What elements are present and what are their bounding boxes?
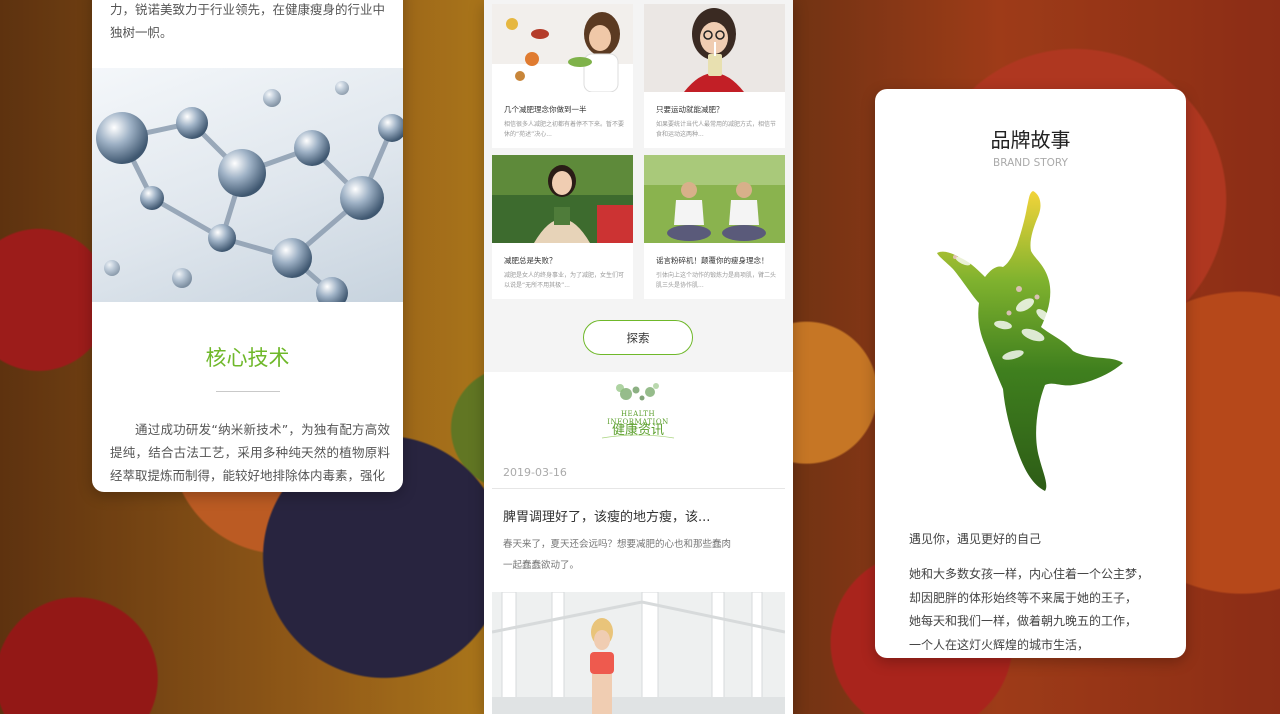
section-title: 核心技术 bbox=[205, 346, 290, 370]
news-image bbox=[492, 592, 785, 714]
molecule-image bbox=[92, 68, 403, 309]
article-image bbox=[644, 155, 785, 243]
section-body: 通过成功研发“纳米新技术”，为独有配方高效提纯，结合古法工艺，采用多种纯天然的植… bbox=[110, 422, 390, 483]
article-desc: 相信很多人减肥之初都有着停不下来。暂不要休的“苑述”决心... bbox=[504, 121, 625, 138]
news-desc-line: 一起蠢蠢欲动了。 bbox=[503, 560, 580, 571]
brand-story-line: 却因肥胖的体形始终等不来属于她的王子， bbox=[909, 590, 1138, 605]
news-desc: 春天来了，夏天还会远吗？想要减肥的心也和那些蠢肉 一起蠢蠢欲动了。 bbox=[503, 534, 753, 576]
brand-story-line: 她每天和我们一样，做着朝九晚五的工作， bbox=[909, 614, 1138, 628]
health-news-card: 几个减肥理念你做到一半 相信很多人减肥之初都有着停不下来。暂不要休的“苑述”决心… bbox=[484, 0, 793, 714]
brand-story-line: 一个人在这灯火辉煌的城市生活， bbox=[909, 637, 1090, 652]
fruit-background: 力，锐诺美致力于行业领先，在健康瘦身的行业中独树一帜。 核心技术 通过成功研发“… bbox=[0, 0, 1280, 714]
intro-text: 力，锐诺美致力于行业领先，在健康瘦身的行业中独树一帜。 bbox=[110, 2, 386, 40]
article-title: 谣言粉碎机！颠覆你的瘦身理念！ bbox=[656, 256, 769, 265]
article-desc: 引体向上这个动作的锻炼力是肩项肌，臂二头肌三头是协作肌... bbox=[656, 272, 777, 289]
article-image bbox=[492, 4, 633, 92]
dancer-silhouette-image bbox=[933, 185, 1129, 495]
article-desc: 如果要统计当代人最常用的减肥方式，相信节食和运动这两种... bbox=[656, 121, 777, 138]
article-image bbox=[492, 155, 633, 243]
article-title: 几个减肥理念你做到一半 bbox=[504, 105, 587, 114]
article-card[interactable]: 减肥总是失败？ 减肥是女人的终身事业，为了减肥，女生们可以说是“无所不用其极”.… bbox=[492, 155, 633, 299]
brand-story-lead: 遇见你，遇见更好的自己 bbox=[909, 532, 1042, 546]
brand-story-title: 品牌故事 bbox=[990, 128, 1071, 152]
article-card[interactable]: 谣言粉碎机！颠覆你的瘦身理念！ 引体向上这个动作的锻炼力是肩项肌，臂二头肌三头是… bbox=[644, 155, 785, 299]
article-desc: 减肥是女人的终身事业，为了减肥，女生们可以说是“无所不用其极”... bbox=[504, 272, 625, 289]
news-date: 2019-03-16 bbox=[503, 466, 567, 479]
news-divider bbox=[492, 488, 785, 489]
brand-story-subtitle: BRAND STORY bbox=[993, 157, 1068, 169]
article-grid: 几个减肥理念你做到一半 相信很多人减肥之初都有着停不下来。暂不要休的“苑述”决心… bbox=[484, 0, 793, 300]
brand-story-line: 她和大多数女孩一样，内心住着一个公主梦， bbox=[909, 567, 1150, 581]
article-image bbox=[644, 4, 785, 92]
title-divider bbox=[216, 391, 280, 392]
brand-story-card: 品牌故事 BRAND STORY 遇见你，遇见更好的自己 她和大多数女孩一样，内… bbox=[875, 89, 1186, 658]
core-technology-card: 力，锐诺美致力于行业领先，在健康瘦身的行业中独树一帜。 核心技术 通过成功研发“… bbox=[92, 0, 403, 492]
health-info-chinese: 健康资讯 bbox=[611, 423, 664, 438]
article-card[interactable]: 几个减肥理念你做到一半 相信很多人减肥之初都有着停不下来。暂不要休的“苑述”决心… bbox=[492, 4, 633, 148]
article-title: 只要运动就能减肥？ bbox=[656, 105, 724, 114]
news-desc-line: 春天来了，夏天还会远吗？想要减肥的心也和那些蠢肉 bbox=[503, 539, 732, 550]
health-info-logo: HEALTH INFORMATION 健康资讯 bbox=[590, 380, 686, 442]
brand-story-body: 她和大多数女孩一样，内心住着一个公主梦， 却因肥胖的体形始终等不来属于她的王子，… bbox=[909, 563, 1179, 657]
news-title[interactable]: 脾胃调理好了，该瘦的地方瘦，该... bbox=[503, 506, 783, 525]
news-section: HEALTH INFORMATION 健康资讯 2019-03-16 脾胃调理好… bbox=[484, 372, 793, 714]
article-title: 减肥总是失败？ bbox=[504, 256, 557, 265]
explore-button[interactable]: 探索 bbox=[583, 320, 693, 355]
article-card[interactable]: 只要运动就能减肥？ 如果要统计当代人最常用的减肥方式，相信节食和运动这两种... bbox=[644, 4, 785, 148]
